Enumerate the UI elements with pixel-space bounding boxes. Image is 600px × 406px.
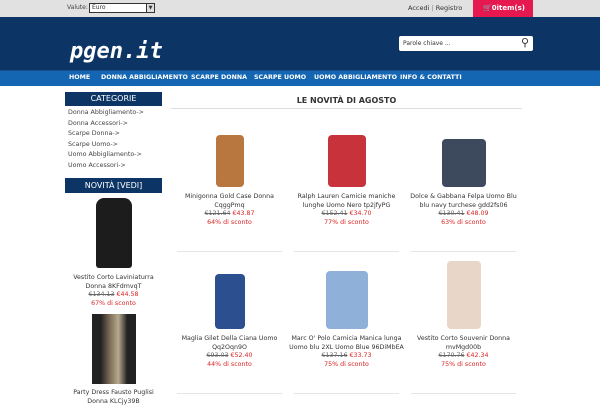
category-link[interactable]: Scarpe Donna-> [65, 129, 162, 140]
divider [177, 393, 282, 394]
product-name[interactable]: Minigonna Gold Case Donna CqggPmq [171, 193, 288, 210]
product-image[interactable] [327, 135, 366, 187]
divider [411, 393, 516, 394]
new-price: €48.09 [466, 210, 489, 217]
top-bar: Valute: Euro ▼ Accedi | Registro 🛒0item(s… [0, 0, 600, 17]
product-name[interactable]: Vestito Corto Souvenir Donna mvMgd00b [405, 335, 522, 352]
search-placeholder: Parole chiave ... [403, 40, 451, 47]
separator: | [431, 4, 434, 12]
category-link[interactable]: Scarpe Uomo-> [65, 140, 162, 151]
discount: 67% di sconto [91, 299, 136, 307]
discount: 75% di sconto [441, 360, 486, 368]
page-title: LE NOVITÀ DI AGOSTO [171, 92, 522, 109]
old-price: €170.76 [438, 352, 465, 359]
product-name[interactable]: Ralph Lauren Camicie maniche lunghe Uomo… [288, 193, 405, 210]
divider [294, 393, 399, 394]
new-price: €34.70 [349, 210, 372, 217]
currency-select[interactable]: Euro ▼ [89, 3, 155, 13]
new-items-title[interactable]: NOVITÀ [VEDI] [65, 178, 162, 193]
discount: 63% di sconto [441, 218, 486, 226]
login-link[interactable]: Accedi [408, 4, 429, 12]
new-price: €33.73 [349, 352, 372, 359]
nav-home[interactable]: HOME [69, 74, 90, 81]
product-image[interactable] [446, 261, 481, 329]
product-name[interactable]: Maglia Gilet Della Ciana Uomo Qq2Oqn9O [171, 335, 288, 352]
product-card[interactable]: Minigonna Gold Case Donna CqggPmq €121.6… [171, 114, 288, 227]
new-price: €42.34 [466, 352, 489, 359]
new-items-box: NOVITÀ [VEDI] Vestito Corto Laviniaturra… [65, 178, 162, 406]
logo[interactable]: pgen.it [70, 39, 163, 64]
old-price: €93.03 [206, 352, 229, 359]
category-link[interactable]: Uomo Accessori-> [65, 161, 162, 172]
product-card[interactable]: Marc O' Polo Camicia Manica lunga Uomo b… [288, 256, 405, 369]
category-link[interactable]: Donna Accessori-> [65, 119, 162, 130]
product-card[interactable]: Dolce & Gabbana Felpa Uomo Blu blu navy … [405, 114, 522, 227]
divider [411, 251, 516, 252]
old-price: €137.16 [321, 352, 348, 359]
nav-donna-abbigliamento[interactable]: DONNA ABBIGLIAMENTO [101, 74, 188, 81]
main-nav: HOME DONNA ABBIGLIAMENTO SCARPE DONNA SC… [0, 70, 600, 86]
old-price: €121.64 [204, 210, 231, 217]
old-price: €152.41 [321, 210, 348, 217]
list-item[interactable]: Party Dress Fausto Puglisi Donna KLCjy39… [65, 314, 162, 406]
product-image[interactable] [95, 198, 132, 268]
product-name[interactable]: Dolce & Gabbana Felpa Uomo Blu blu navy … [405, 193, 522, 210]
cart-button[interactable]: 🛒0item(s) [473, 0, 533, 17]
discount: 64% di sconto [207, 218, 252, 226]
cart-label: 0item(s) [491, 4, 525, 12]
list-item[interactable]: Vestito Corto Laviniaturra Donna 8KFdmvq… [65, 198, 162, 308]
product-card[interactable]: Ralph Lauren Camicie maniche lunghe Uomo… [288, 114, 405, 227]
currency-label: Valute: [67, 4, 88, 11]
main-content: LE NOVITÀ DI AGOSTO Minigonna Gold Case … [171, 92, 522, 394]
search-icon[interactable]: ⚲ [521, 37, 529, 49]
product-name[interactable]: Party Dress Fausto Puglisi Donna KLCjy39… [65, 389, 162, 406]
nav-scarpe-uomo[interactable]: SCARPE UOMO [254, 74, 306, 81]
search-input[interactable]: Parole chiave ... ⚲ [399, 36, 533, 51]
divider [294, 251, 399, 252]
new-price: €43.87 [232, 210, 255, 217]
nav-scarpe-donna[interactable]: SCARPE DONNA [191, 74, 247, 81]
categories-title: CATEGORIE [65, 92, 162, 106]
nav-info-contatti[interactable]: INFO & CONTATTI [400, 74, 462, 81]
product-card[interactable]: Maglia Gilet Della Ciana Uomo Qq2Oqn9O €… [171, 256, 288, 369]
product-name[interactable]: Marc O' Polo Camicia Manica lunga Uomo b… [288, 335, 405, 352]
cart-icon: 🛒 [483, 4, 492, 12]
product-image[interactable] [441, 139, 486, 187]
divider [177, 251, 282, 252]
category-link[interactable]: Uomo Abbigliamento-> [65, 150, 162, 161]
old-price: €130.41 [438, 210, 465, 217]
new-price: €52.40 [230, 352, 253, 359]
chevron-down-icon: ▼ [146, 4, 154, 12]
product-image[interactable] [325, 271, 368, 329]
header: pgen.it Parole chiave ... ⚲ [0, 17, 600, 70]
discount: 75% di sconto [324, 360, 369, 368]
product-image[interactable] [214, 274, 245, 329]
product-image[interactable] [91, 314, 136, 384]
product-name[interactable]: Vestito Corto Laviniaturra Donna 8KFdmvq… [65, 274, 162, 291]
product-card[interactable]: Vestito Corto Souvenir Donna mvMgd00b €1… [405, 256, 522, 369]
currency-value: Euro [92, 4, 106, 11]
register-link[interactable]: Registro [436, 4, 463, 12]
nav-uomo-abbigliamento[interactable]: UOMO ABBIGLIAMENTO [314, 74, 397, 81]
product-image[interactable] [215, 135, 244, 187]
discount: 77% di sconto [324, 218, 369, 226]
new-price: €44.58 [116, 291, 139, 298]
old-price: €134.13 [88, 291, 115, 298]
discount: 44% di sconto [207, 360, 252, 368]
categories-box: CATEGORIE Donna Abbigliamento-> Donna Ac… [65, 92, 162, 171]
category-link[interactable]: Donna Abbigliamento-> [65, 108, 162, 119]
